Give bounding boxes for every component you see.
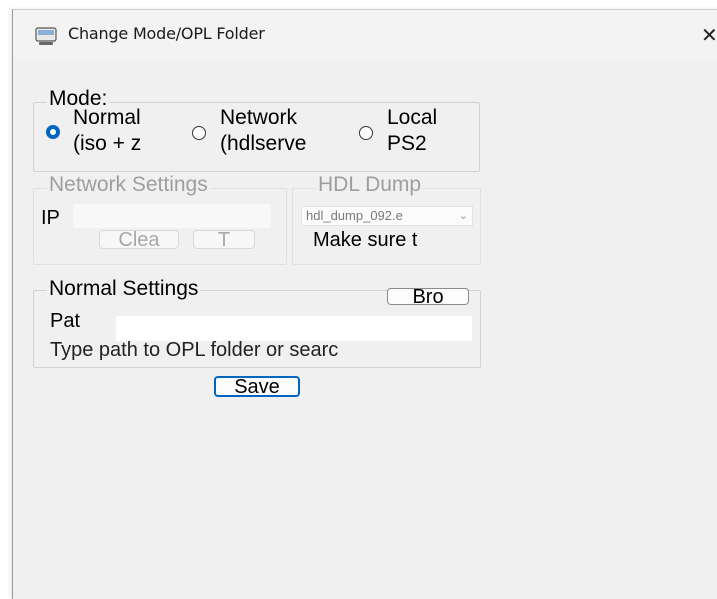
mode-network-label-1[interactable]: Network: [220, 107, 297, 129]
hdl-dump-note: Make sure t: [313, 230, 418, 250]
path-hint: Type path to OPL folder or searc: [50, 340, 339, 360]
ip-label: IP: [41, 208, 60, 228]
browse-button[interactable]: Bro: [387, 288, 469, 305]
hdl-dump-group: [292, 188, 481, 265]
hdl-dump-select[interactable]: hdl_dump_092.e ⌄: [301, 206, 473, 226]
hdl-dump-select-value: hdl_dump_092.e: [306, 208, 403, 223]
mode-local-label-2[interactable]: PS2: [387, 133, 427, 155]
normal-settings-legend: Normal Settings: [47, 277, 201, 300]
hdl-dump-legend: HDL Dump: [316, 173, 424, 196]
ip-input[interactable]: [73, 204, 271, 228]
app-icon: [35, 27, 57, 45]
mode-normal-label-2[interactable]: (iso + z: [73, 133, 141, 155]
title-bar[interactable]: Change Mode/OPL Folder ✕: [13, 10, 717, 60]
mode-network-radio[interactable]: [192, 126, 206, 140]
chevron-down-icon: ⌄: [458, 210, 468, 222]
network-settings-legend: Network Settings: [47, 173, 210, 196]
clear-button[interactable]: Clea: [99, 230, 179, 249]
window-title: Change Mode/OPL Folder: [68, 24, 265, 43]
mode-network-label-2[interactable]: (hdlserve: [220, 133, 306, 155]
dialog-content: Mode: Normal (iso + z Network (hdlserve …: [13, 60, 717, 599]
mode-local-radio[interactable]: [359, 126, 373, 140]
test-button[interactable]: T: [193, 230, 255, 249]
path-input[interactable]: [116, 316, 472, 341]
save-button[interactable]: Save: [214, 376, 300, 397]
dialog-window: Change Mode/OPL Folder ✕ Mode: Normal (i…: [12, 9, 717, 599]
mode-normal-radio[interactable]: [46, 125, 60, 139]
close-icon[interactable]: ✕: [701, 20, 717, 50]
mode-local-label-1[interactable]: Local: [387, 107, 437, 129]
path-label: Pat: [50, 311, 81, 331]
mode-normal-label-1[interactable]: Normal: [73, 107, 141, 129]
